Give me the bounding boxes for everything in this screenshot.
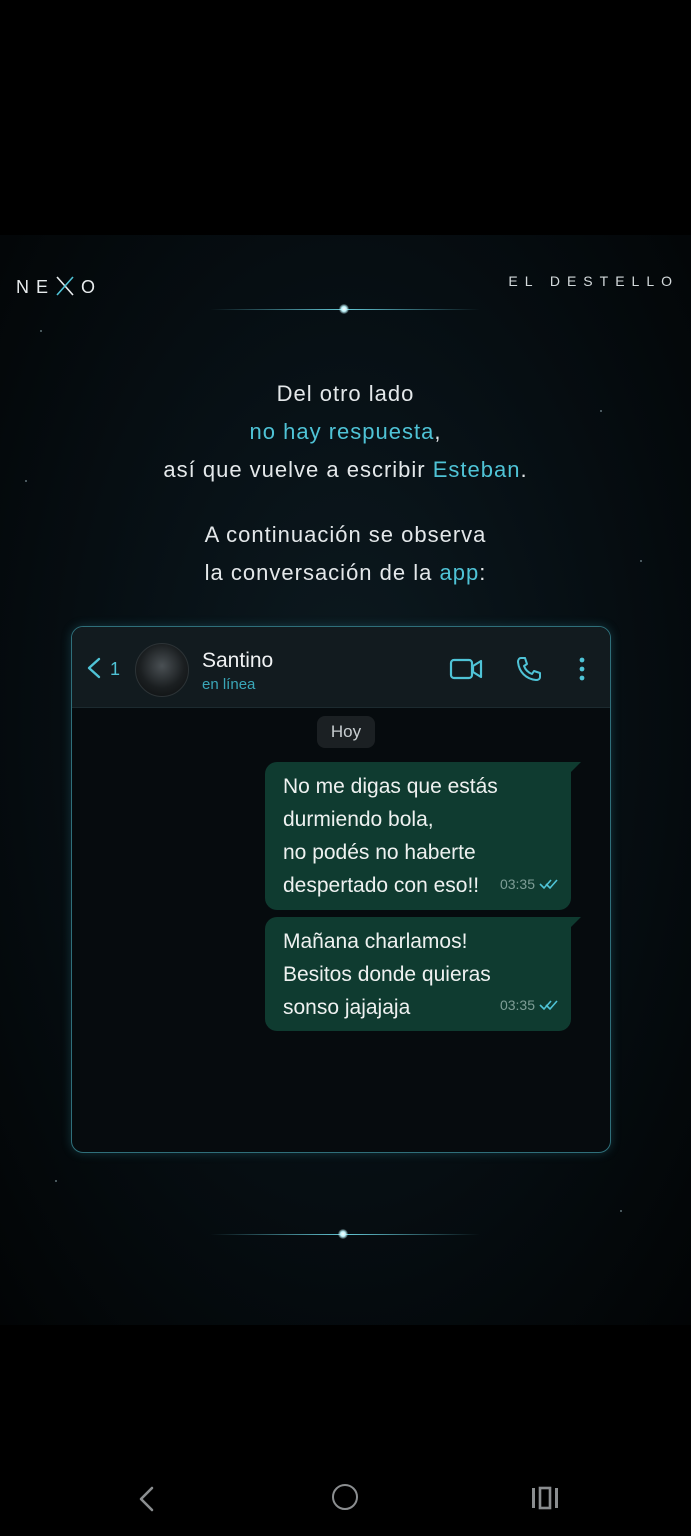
system-nav-bar — [0, 1460, 691, 1536]
nav-home-icon[interactable] — [332, 1484, 358, 1510]
message-bubble[interactable]: No me digas que estás durmiendo bola, no… — [265, 762, 581, 910]
intro-line-2: no hay respuesta, — [0, 413, 691, 451]
message-line: no podés no haberte — [283, 841, 476, 864]
unread-count[interactable]: 1 — [110, 659, 120, 680]
brand-text-end: O — [81, 277, 103, 297]
nav-recents-icon[interactable] — [530, 1486, 560, 1510]
message-bubble[interactable]: Mañana charlamos! Besitos donde quieras … — [265, 917, 581, 1031]
brand-text-start: NE — [16, 277, 56, 297]
phone-icon[interactable] — [515, 655, 543, 683]
intro-punct: : — [479, 560, 487, 585]
intro-line-1: Del otro lado — [276, 381, 415, 406]
intro-highlight-app: app — [439, 560, 480, 585]
message-meta: 03:35 — [500, 989, 559, 1022]
avatar[interactable] — [135, 643, 189, 697]
intro-line-3: así que vuelve a escribir Esteban. — [0, 451, 691, 489]
intro-line-5: la conversación de la app: — [0, 554, 691, 592]
intro-text-block-1: Del otro lado no hay respuesta, así que … — [0, 375, 691, 489]
star — [55, 1180, 57, 1182]
light-flare-core — [339, 304, 349, 314]
more-vertical-icon[interactable] — [572, 655, 592, 683]
message-line: durmiendo bola, — [283, 808, 434, 831]
intro-text-block-2: A continuación se observa la conversació… — [0, 516, 691, 592]
star — [40, 330, 42, 332]
back-chevron-icon[interactable] — [86, 657, 102, 679]
intro-punct: , — [434, 419, 442, 444]
nav-back-icon[interactable] — [136, 1486, 156, 1512]
message-meta: 03:35 — [500, 868, 559, 901]
brand-x-icon — [56, 276, 74, 296]
chat-header: 1 Santino en línea — [72, 627, 610, 708]
intro-punct: . — [520, 457, 528, 482]
chat-window: 1 Santino en línea Hoy No me digas que e… — [71, 626, 611, 1153]
double-check-icon — [539, 1000, 558, 1011]
message-time: 03:35 — [499, 997, 535, 1013]
intro-text: así que vuelve a escribir — [163, 457, 433, 482]
intro-text: la conversación de la — [204, 560, 440, 585]
light-flare-core — [338, 1229, 348, 1239]
date-separator: Hoy — [317, 716, 375, 748]
double-check-icon — [539, 879, 558, 890]
star — [620, 1210, 622, 1212]
message-line: Mañana charlamos! — [283, 930, 468, 953]
message-line: No me digas que estás — [283, 775, 498, 798]
intro-highlight-esteban: Esteban — [432, 457, 521, 482]
message-line: Besitos donde quieras — [283, 963, 491, 986]
video-call-icon[interactable] — [449, 655, 483, 683]
contact-status: en línea — [202, 676, 256, 693]
series-title: EL DESTELLO — [508, 273, 679, 289]
intro-highlight-no-response: no hay respuesta — [249, 419, 435, 444]
contact-name[interactable]: Santino — [202, 649, 273, 673]
message-time: 03:35 — [499, 876, 535, 892]
brand-logo: NE O — [16, 275, 102, 298]
intro-line-4: A continuación se observa — [204, 522, 487, 547]
